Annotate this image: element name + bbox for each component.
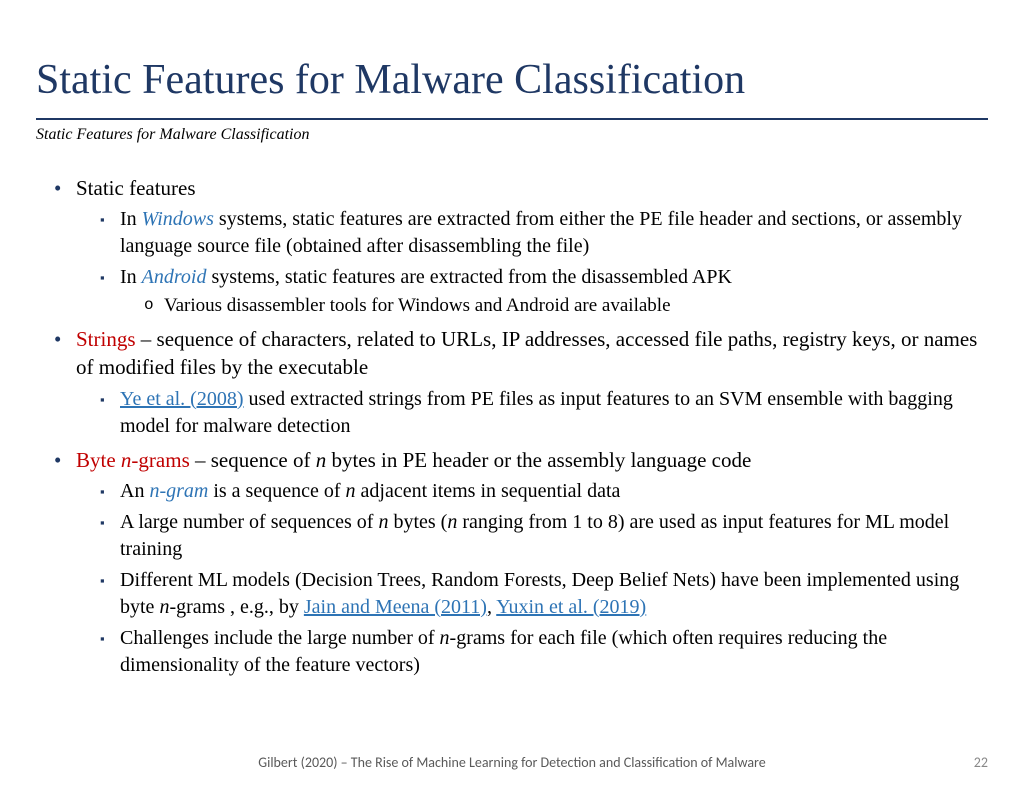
slide-subtitle: Static Features for Malware Classificati… bbox=[36, 126, 988, 144]
n-var: n bbox=[447, 511, 457, 533]
n-var: n bbox=[440, 627, 450, 649]
text: is a sequence of bbox=[208, 480, 345, 502]
sublist: Ye et al. (2008) used extracted strings … bbox=[76, 386, 988, 440]
bullet-ml-models: Different ML models (Decision Trees, Ran… bbox=[100, 567, 988, 621]
bullet-list: Static features In Windows systems, stat… bbox=[36, 174, 988, 679]
text: Byte bbox=[76, 448, 121, 472]
bullet-static-features: Static features In Windows systems, stat… bbox=[54, 174, 988, 319]
n-var: n bbox=[378, 511, 388, 533]
text: Static features bbox=[76, 176, 196, 200]
text: An bbox=[120, 480, 149, 502]
bullet-ye-et-al: Ye et al. (2008) used extracted strings … bbox=[100, 386, 988, 440]
text: used extracted strings from PE files as … bbox=[120, 388, 953, 437]
bullet-sequences: A large number of sequences of n bytes (… bbox=[100, 509, 988, 563]
n-var: n bbox=[159, 596, 169, 618]
sublist: An n-gram is a sequence of n adjacent it… bbox=[76, 478, 988, 679]
text: In bbox=[120, 208, 142, 230]
text: – sequence of characters, related to URL… bbox=[76, 327, 977, 379]
subsublist: Various disassembler tools for Windows a… bbox=[120, 293, 988, 319]
slide-content: Static Features for Malware Classificati… bbox=[0, 0, 1024, 679]
text: bytes ( bbox=[388, 511, 447, 533]
strings-term: Strings bbox=[76, 327, 136, 351]
bullet-ngram-def: An n-gram is a sequence of n adjacent it… bbox=[100, 478, 988, 505]
text: systems, static features are extracted f… bbox=[120, 208, 962, 257]
text: Various disassembler tools for Windows a… bbox=[164, 295, 671, 316]
slide-title: Static Features for Malware Classificati… bbox=[36, 56, 988, 104]
text: bytes in PE header or the assembly langu… bbox=[326, 448, 751, 472]
text: – sequence of bbox=[190, 448, 316, 472]
text: , bbox=[487, 596, 496, 618]
bullet-strings: Strings – sequence of characters, relate… bbox=[54, 325, 988, 440]
text: In bbox=[120, 266, 142, 288]
text: -grams bbox=[131, 448, 189, 472]
yuxin-link[interactable]: Yuxin et al. (2019) bbox=[496, 596, 646, 618]
bullet-byte-ngrams: Byte n-grams – sequence of n bytes in PE… bbox=[54, 446, 988, 679]
bullet-windows: In Windows systems, static features are … bbox=[100, 206, 988, 260]
text: A large number of sequences of bbox=[120, 511, 378, 533]
byte-ngrams-term: Byte n-grams bbox=[76, 448, 190, 472]
jain-meena-link[interactable]: Jain and Meena (2011) bbox=[304, 596, 487, 618]
ye-link[interactable]: Ye et al. (2008) bbox=[120, 388, 244, 410]
text: -grams , e.g., by bbox=[169, 596, 303, 618]
bullet-disassembler: Various disassembler tools for Windows a… bbox=[144, 293, 988, 319]
bullet-challenges: Challenges include the large number of n… bbox=[100, 625, 988, 679]
windows-term: Windows bbox=[142, 208, 214, 230]
text: Challenges include the large number of bbox=[120, 627, 440, 649]
android-term: Android bbox=[142, 266, 207, 288]
bullet-android: In Android systems, static features are … bbox=[100, 264, 988, 319]
footer-citation: Gilbert (2020) – The Rise of Machine Lea… bbox=[0, 754, 1024, 771]
title-rule bbox=[36, 118, 988, 120]
text: systems, static features are extracted f… bbox=[207, 266, 732, 288]
n-var: n bbox=[121, 448, 132, 472]
page-number: 22 bbox=[974, 754, 988, 771]
ngram-term: n-gram bbox=[149, 480, 208, 502]
text: adjacent items in sequential data bbox=[356, 480, 621, 502]
sublist: In Windows systems, static features are … bbox=[76, 206, 988, 319]
n-var: n bbox=[346, 480, 356, 502]
n-var: n bbox=[316, 448, 327, 472]
